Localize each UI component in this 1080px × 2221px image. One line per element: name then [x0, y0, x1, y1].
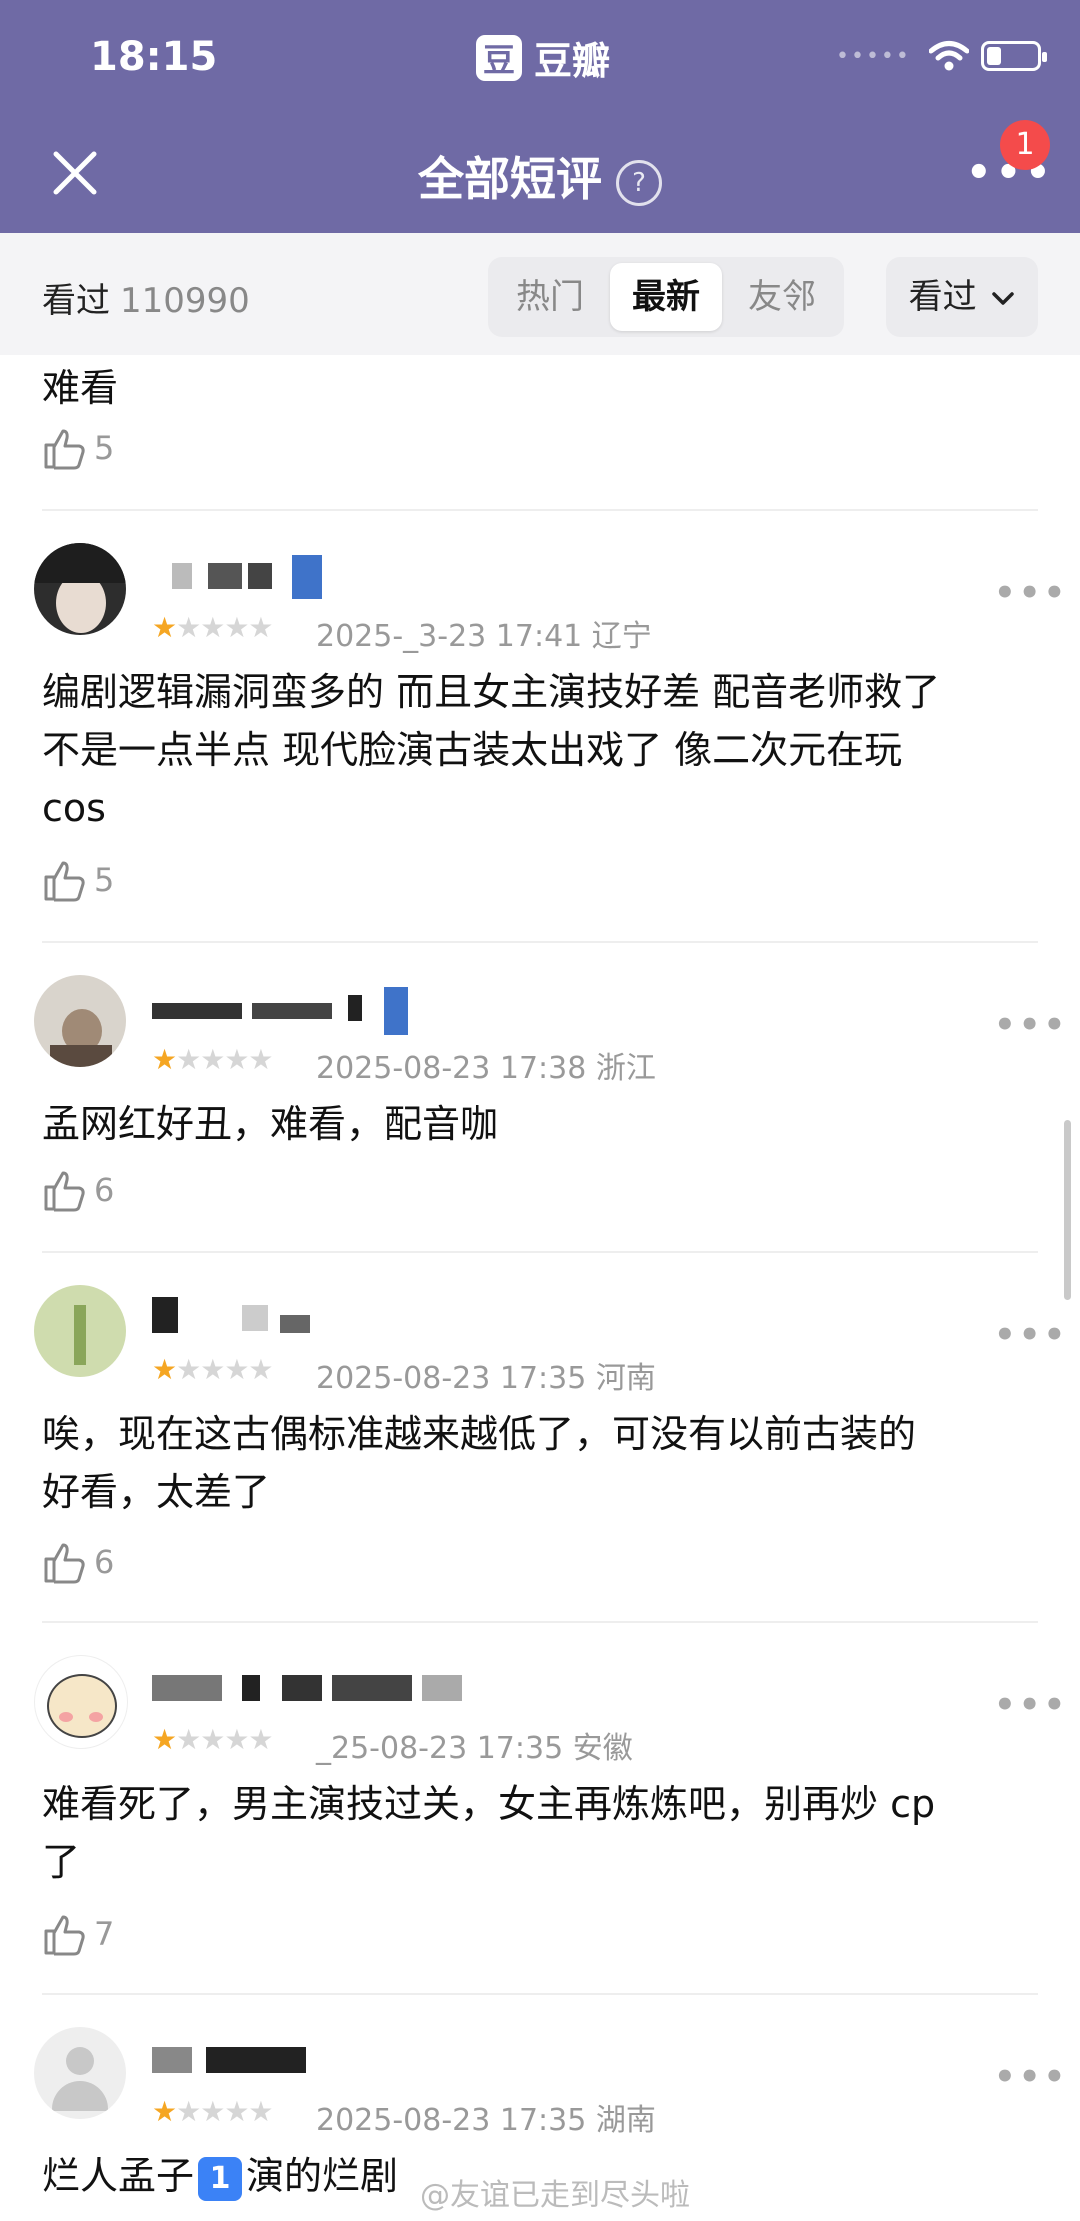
- divider: [42, 941, 1038, 943]
- divider: [42, 1251, 1038, 1253]
- thumbs-up-icon: [44, 429, 85, 470]
- watched-summary: 看过 110990: [42, 281, 250, 321]
- divider: [42, 509, 1038, 511]
- star-rating: ★★★★★: [152, 1353, 274, 1386]
- comment-text: 编剧逻辑漏洞蛮多的 而且女主演技好差 配音老师救了 不是一点半点 现代脸演古装太…: [42, 670, 941, 830]
- username-redacted: [152, 1297, 352, 1341]
- thumbs-up-icon: [44, 1171, 85, 1212]
- tab-hot[interactable]: 热门: [494, 263, 606, 331]
- top-header: 18:15 豆 豆瓣 ••••• 全部短评? ••• 1: [0, 0, 1080, 233]
- comment-more-button[interactable]: •••: [994, 1315, 1068, 1355]
- username-redacted: [152, 2039, 352, 2083]
- comment-more-button[interactable]: •••: [994, 2057, 1068, 2097]
- like-button[interactable]: 7: [42, 1911, 114, 1957]
- avatar[interactable]: [34, 543, 126, 635]
- avatar[interactable]: [34, 1655, 128, 1749]
- comment-more-button[interactable]: •••: [994, 1685, 1068, 1725]
- thumbs-up-icon: [44, 1915, 85, 1956]
- thumbs-up-icon: [44, 861, 85, 902]
- comment-text: 难看死了，男主演技过关，女主再炼炼吧，别再炒 cp 了: [42, 1782, 936, 1884]
- like-button[interactable]: 5: [42, 857, 114, 903]
- like-count: 7: [94, 1915, 115, 1953]
- comment-more-button[interactable]: •••: [994, 573, 1068, 613]
- filter-bar: 看过 110990 热门 最新 友邻 看过: [0, 233, 1080, 355]
- comment-meta: 2025-_3-23 17:41 辽宁: [316, 619, 652, 654]
- like-count: 6: [94, 1543, 115, 1581]
- comment-meta: 2025-08-23 17:35 湖南: [316, 2103, 656, 2138]
- like-count: 5: [94, 429, 115, 467]
- thumbs-up-icon: [44, 1543, 85, 1584]
- tab-latest[interactable]: 最新: [610, 263, 722, 331]
- comment-text: 难看: [42, 366, 119, 410]
- tab-friends[interactable]: 友邻: [726, 263, 838, 331]
- comment-meta: _25-08-23 17:35 安徽: [316, 1731, 633, 1766]
- watched-filter-dropdown[interactable]: 看过: [886, 257, 1038, 337]
- wifi-icon: [928, 41, 969, 71]
- comment-text: 唉，现在这古偶标准越来越低了，可没有以前古装的 好看，太差了: [42, 1412, 917, 1514]
- username-redacted: [152, 555, 352, 599]
- like-button[interactable]: 5: [42, 425, 114, 471]
- username-redacted: [152, 987, 432, 1035]
- star-rating: ★★★★★: [152, 611, 274, 644]
- douban-logo-icon: 豆: [476, 34, 522, 81]
- like-button[interactable]: 6: [42, 1167, 114, 1213]
- comment-meta: 2025-08-23 17:38 浙江: [316, 1051, 656, 1086]
- signal-icon: •••••: [836, 43, 911, 69]
- help-icon[interactable]: ?: [616, 159, 662, 206]
- notification-badge: 1: [1000, 120, 1050, 170]
- watched-count: 110990: [120, 281, 250, 321]
- avatar[interactable]: [34, 2027, 126, 2119]
- username-redacted: [152, 1667, 512, 1711]
- like-count: 5: [94, 861, 115, 899]
- divider: [42, 1993, 1038, 1995]
- star-rating: ★★★★★: [152, 1043, 274, 1076]
- page-title: 全部短评?: [0, 143, 1080, 209]
- comment-text: 孟网红好丑，难看，配音咖: [42, 1102, 499, 1146]
- battery-icon: [980, 41, 1047, 71]
- status-time: 18:15: [90, 34, 218, 80]
- app-badge: 豆 豆瓣: [476, 30, 610, 85]
- keycap-one-emoji: 1: [198, 2156, 243, 2201]
- scrollbar[interactable]: [1064, 1120, 1071, 1300]
- divider: [42, 1621, 1038, 1623]
- avatar[interactable]: [34, 1285, 126, 1377]
- like-button[interactable]: 6: [42, 1539, 114, 1585]
- app-name: 豆瓣: [534, 39, 611, 83]
- comment-meta: 2025-08-23 17:35 河南: [316, 1361, 656, 1396]
- avatar[interactable]: [34, 975, 126, 1067]
- comment-more-button[interactable]: •••: [994, 1005, 1068, 1045]
- watermark: @友谊已走到尽头啦: [420, 2178, 690, 2213]
- like-count: 6: [94, 1171, 115, 1209]
- sort-segmented-control: 热门 最新 友邻: [488, 257, 844, 337]
- status-indicators: •••••: [836, 40, 1047, 72]
- star-rating: ★★★★★: [152, 2095, 274, 2128]
- chevron-down-icon: [992, 291, 1015, 305]
- star-rating: ★★★★★: [152, 1723, 274, 1756]
